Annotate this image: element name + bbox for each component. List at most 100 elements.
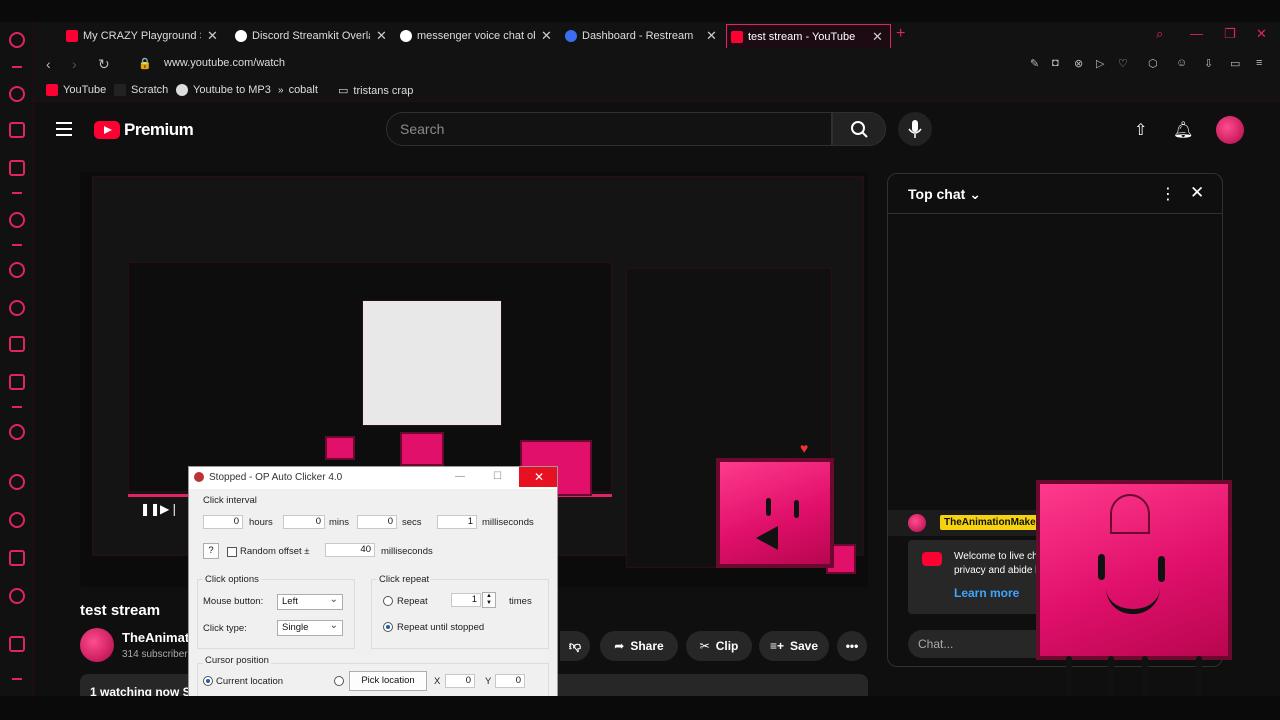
discord-icon[interactable] xyxy=(9,374,25,390)
close-button[interactable]: ✕ xyxy=(519,467,557,487)
current-location-radio[interactable] xyxy=(203,676,213,686)
wallet-icon[interactable] xyxy=(9,636,25,652)
pick-location-button[interactable]: Pick location xyxy=(349,671,427,691)
help-button[interactable]: ? xyxy=(203,543,219,559)
chat-mode-dropdown[interactable]: Top chat ⌄ xyxy=(908,186,981,203)
tab-restream[interactable]: Dashboard - Restream ✕ xyxy=(561,24,726,48)
clip-button[interactable]: ✂ Clip xyxy=(686,631,752,661)
extensions-icon[interactable] xyxy=(9,160,25,176)
tab-playground[interactable]: My CRAZY Playground Sto ✕ xyxy=(62,24,227,48)
adblock-icon[interactable]: ⊗ xyxy=(1074,57,1083,70)
sidebar-divider xyxy=(12,406,22,408)
repeat-radio[interactable] xyxy=(383,596,393,606)
heart-icon[interactable] xyxy=(9,474,25,490)
mic-icon xyxy=(908,120,922,138)
close-icon[interactable]: ✕ xyxy=(706,28,717,44)
notifications-icon[interactable]: 🔔︎ xyxy=(1173,120,1193,140)
menu-icon[interactable]: ≡ xyxy=(1256,57,1262,69)
y-field[interactable]: 0 xyxy=(495,674,525,688)
youtube-logo[interactable]: Premium xyxy=(94,120,194,140)
cube-icon[interactable]: ⬡ xyxy=(1148,57,1158,70)
author-avatar[interactable] xyxy=(908,514,926,532)
repeat-until-stopped-radio[interactable] xyxy=(383,622,393,632)
search-box[interactable] xyxy=(386,112,832,146)
heart-icon[interactable]: ♡ xyxy=(1118,57,1128,70)
whatsapp-icon[interactable] xyxy=(9,300,25,316)
bookmark-youtube-mp3[interactable]: Youtube to MP3 xyxy=(176,84,271,96)
dislike-button[interactable]: 👎︎ xyxy=(560,631,590,661)
messenger-icon[interactable] xyxy=(9,262,25,278)
download-icon[interactable]: ⇩ xyxy=(1204,57,1213,70)
author-name-badge[interactable]: TheAnimationMake xyxy=(940,515,1040,530)
close-icon[interactable]: ✕ xyxy=(207,28,218,44)
window-close-button[interactable]: ✕ xyxy=(1256,26,1267,42)
forward-icon[interactable]: › xyxy=(72,56,77,72)
edit-icon[interactable]: ✎ xyxy=(1030,57,1039,70)
x-field[interactable]: 0 xyxy=(445,674,475,688)
pick-location-radio[interactable] xyxy=(334,676,344,686)
bookmark-folder[interactable]: ▭ tristans crap xyxy=(338,84,413,98)
menu-icon[interactable] xyxy=(56,122,72,140)
camera-icon[interactable]: ◘ xyxy=(1052,57,1059,69)
send-icon[interactable]: ▷ xyxy=(1096,57,1104,70)
search-tabs-icon[interactable]: ⌕ xyxy=(1156,26,1163,42)
dialog-titlebar[interactable]: Stopped - OP Auto Clicker 4.0 — ☐ ✕ xyxy=(189,467,557,489)
hours-field[interactable]: 0 xyxy=(203,515,243,529)
lock-icon[interactable]: 🔒 xyxy=(138,57,152,70)
close-chat-icon[interactable]: ✕ xyxy=(1190,183,1204,203)
close-icon[interactable]: ✕ xyxy=(376,28,387,44)
more-icon[interactable] xyxy=(12,678,22,680)
random-offset-checkbox[interactable] xyxy=(227,547,237,557)
tab-discord[interactable]: Discord Streamkit Overlay ✕ xyxy=(231,24,396,48)
search-input[interactable] xyxy=(387,113,787,145)
profile-icon[interactable]: ☺ xyxy=(1176,57,1187,69)
speed-dial-icon[interactable] xyxy=(9,86,25,102)
settings-icon[interactable] xyxy=(9,588,25,604)
close-icon[interactable]: ✕ xyxy=(872,29,883,45)
minimize-icon[interactable]: — xyxy=(455,471,465,482)
learn-more-link[interactable]: Learn more xyxy=(954,586,1019,600)
bookmark-youtube[interactable]: YouTube xyxy=(46,84,106,96)
repeat-count-stepper[interactable]: ▲ ▼ xyxy=(482,592,496,608)
secs-field[interactable]: 0 xyxy=(357,515,397,529)
more-options-icon[interactable]: ⋮ xyxy=(1160,184,1176,204)
aria-icon[interactable] xyxy=(9,212,25,228)
next-icon[interactable]: ▶❘ xyxy=(160,502,179,516)
twitch-icon[interactable] xyxy=(9,122,25,138)
channel-avatar[interactable] xyxy=(80,628,114,662)
mouse-button-select[interactable]: Left xyxy=(277,593,343,610)
bookmark-cobalt[interactable]: » cobalt xyxy=(278,84,318,96)
save-button[interactable]: ≡+ Save xyxy=(759,631,829,661)
click-type-select[interactable]: Single xyxy=(277,619,343,636)
bookmark-scratch[interactable]: Scratch xyxy=(114,84,168,96)
voice-search-button[interactable] xyxy=(898,112,932,146)
battery-icon[interactable]: ▭ xyxy=(1230,57,1240,70)
close-icon[interactable]: ✕ xyxy=(541,28,552,44)
tab-messenger[interactable]: messenger voice chat obs - ✕ xyxy=(396,24,561,48)
tiktok-icon[interactable] xyxy=(9,336,25,352)
new-tab-button[interactable]: + xyxy=(896,25,905,43)
pause-icon[interactable]: ❚❚ xyxy=(140,502,160,516)
tab-label: test stream - YouTube xyxy=(748,30,856,43)
box-icon[interactable] xyxy=(9,550,25,566)
search-button[interactable] xyxy=(832,112,886,146)
random-offset-field[interactable]: 40 xyxy=(325,543,375,557)
history-icon[interactable] xyxy=(9,512,25,528)
more-actions-button[interactable]: ••• xyxy=(837,631,867,661)
share-button[interactable]: ➦ Share xyxy=(600,631,678,661)
maximize-button[interactable]: ❐ xyxy=(1224,26,1236,42)
channel-name[interactable]: TheAnimat xyxy=(122,630,189,645)
back-icon[interactable]: ‹ xyxy=(46,56,51,72)
minimize-button[interactable]: — xyxy=(1190,26,1203,41)
repeat-count-field[interactable]: 1 xyxy=(451,593,481,607)
mins-field[interactable]: 0 xyxy=(283,515,325,529)
opera-logo-icon[interactable] xyxy=(9,32,25,48)
upload-icon[interactable]: ⇧ xyxy=(1134,120,1147,140)
maximize-icon[interactable]: ☐ xyxy=(493,471,502,482)
url-field[interactable]: www.youtube.com/watch xyxy=(164,57,285,69)
reload-icon[interactable]: ↻ xyxy=(98,56,110,73)
player-icon[interactable] xyxy=(9,424,25,440)
user-avatar[interactable] xyxy=(1216,116,1244,144)
milliseconds-field[interactable]: 1 xyxy=(437,515,477,529)
tab-test-stream[interactable]: test stream - YouTube ✕ xyxy=(726,24,891,48)
